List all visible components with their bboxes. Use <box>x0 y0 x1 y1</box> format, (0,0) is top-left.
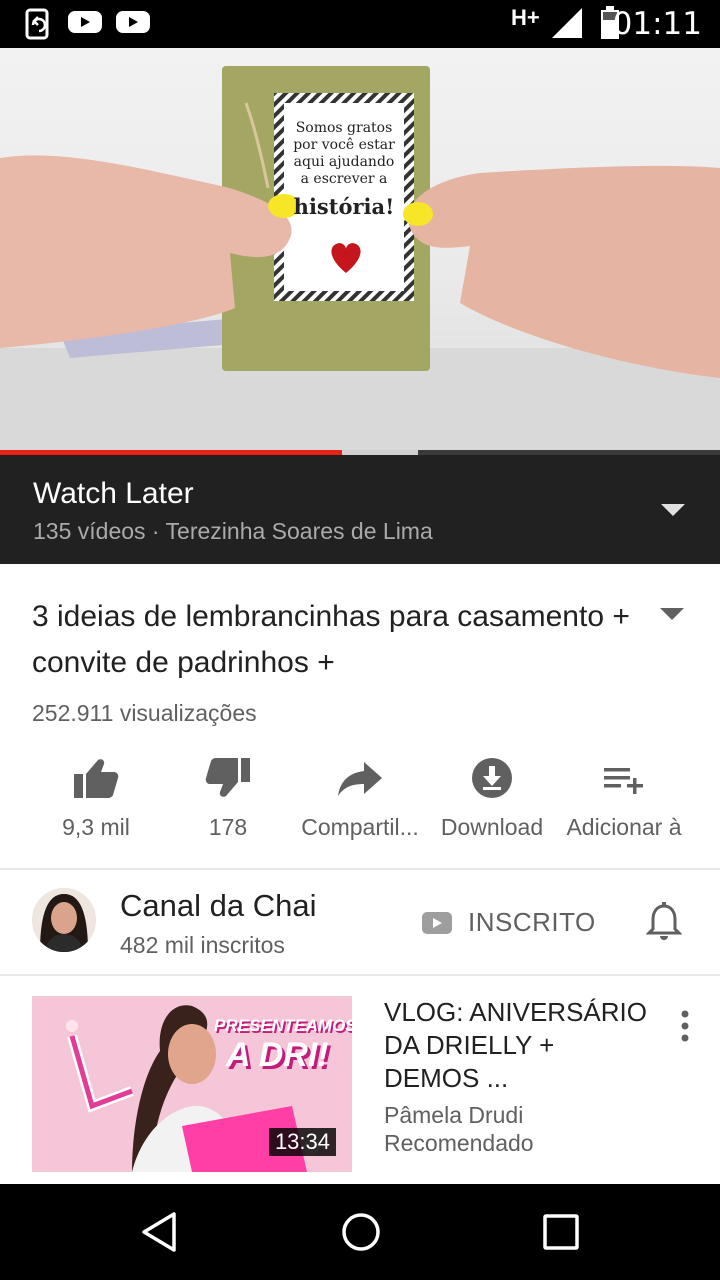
subscriber-count: 482 mil inscritos <box>120 932 285 958</box>
playlist-title: Watch Later <box>33 477 194 510</box>
download-label: Download <box>440 814 544 840</box>
video-duration: 13:34 <box>268 1128 336 1156</box>
dislike-count: 178 <box>208 814 248 840</box>
recommended-badge: Recomendado <box>384 1130 534 1156</box>
youtube-logo-icon <box>422 912 452 934</box>
subscribe-label: INSCRITO <box>468 907 596 937</box>
share-icon <box>338 762 382 796</box>
action-bar: 9,3 mil 178 Compartil... Download Adicio… <box>0 750 720 850</box>
video-frame <box>0 66 720 453</box>
add-to-playlist-icon <box>604 768 643 794</box>
video-player[interactable]: Somos gratos por você estar aqui ajudand… <box>0 48 720 453</box>
network-type: H+ <box>511 5 540 30</box>
view-count: 252.911 visualizações <box>32 700 257 726</box>
add-to-label: Adicionar à <box>566 814 682 840</box>
avatar-image <box>32 888 96 952</box>
thumbs-down-icon <box>205 758 250 797</box>
like-button[interactable]: 9,3 mil <box>26 750 166 850</box>
frame-text-line: a escrever a <box>300 171 388 187</box>
home-icon[interactable] <box>340 1210 382 1254</box>
download-button[interactable]: Download <box>422 750 562 850</box>
thumbs-up-icon <box>74 759 119 798</box>
signal-icon <box>552 8 582 38</box>
channel-name[interactable]: Canal da Chai <box>120 888 316 924</box>
recommended-title[interactable]: VLOG: ANIVERSÁRIO DA DRIELLY + DEMOS ... <box>384 996 654 1095</box>
playlist-subtitle: 135 vídeos · Terezinha Soares de Lima <box>33 518 433 544</box>
more-options-icon[interactable] <box>678 1010 692 1042</box>
back-icon[interactable] <box>140 1210 180 1254</box>
navigation-bar <box>0 1184 720 1280</box>
thumbnail-caption: PRESENTEAMOS <box>214 1016 352 1035</box>
add-to-playlist-button[interactable]: Adicionar à <box>554 750 694 850</box>
dislike-button[interactable]: 178 <box>158 750 298 850</box>
frame-text-line: Somos gratos <box>295 120 393 136</box>
youtube-notification-icon <box>68 11 102 33</box>
status-bar: H+ 01:11 <box>0 0 720 48</box>
expand-playlist-icon[interactable] <box>661 504 685 516</box>
divider <box>0 974 720 976</box>
share-button[interactable]: Compartil... <box>290 750 430 850</box>
youtube-notification-icon <box>116 11 150 33</box>
playlist-panel[interactable]: Watch Later 135 vídeos · Terezinha Soare… <box>0 455 720 564</box>
frame-text-line: história! <box>293 194 395 219</box>
like-count: 9,3 mil <box>62 814 130 840</box>
screen-mirror-icon <box>25 8 49 40</box>
recommended-thumbnail[interactable]: PRESENTEAMOS A DRI! 13:34 <box>32 996 352 1172</box>
share-label: Compartil... <box>301 814 419 840</box>
video-title: 3 ideias de lembrancinhas para casamento… <box>32 600 630 679</box>
divider <box>0 868 720 870</box>
status-time: 01:11 <box>612 6 702 42</box>
recent-apps-icon[interactable] <box>542 1210 580 1254</box>
frame-text-line: aqui ajudando <box>293 154 395 170</box>
expand-description-icon[interactable] <box>660 608 684 620</box>
video-frame-text: Somos gratos por você estar aqui ajudand… <box>288 120 400 219</box>
frame-text-line: por você estar <box>293 137 395 153</box>
download-icon <box>472 758 512 798</box>
thumbnail-caption: A DRI! <box>226 1036 329 1074</box>
notification-bell-icon[interactable] <box>646 902 682 942</box>
recommended-channel: Pâmela Drudi <box>384 1102 524 1128</box>
channel-avatar[interactable] <box>32 888 96 952</box>
